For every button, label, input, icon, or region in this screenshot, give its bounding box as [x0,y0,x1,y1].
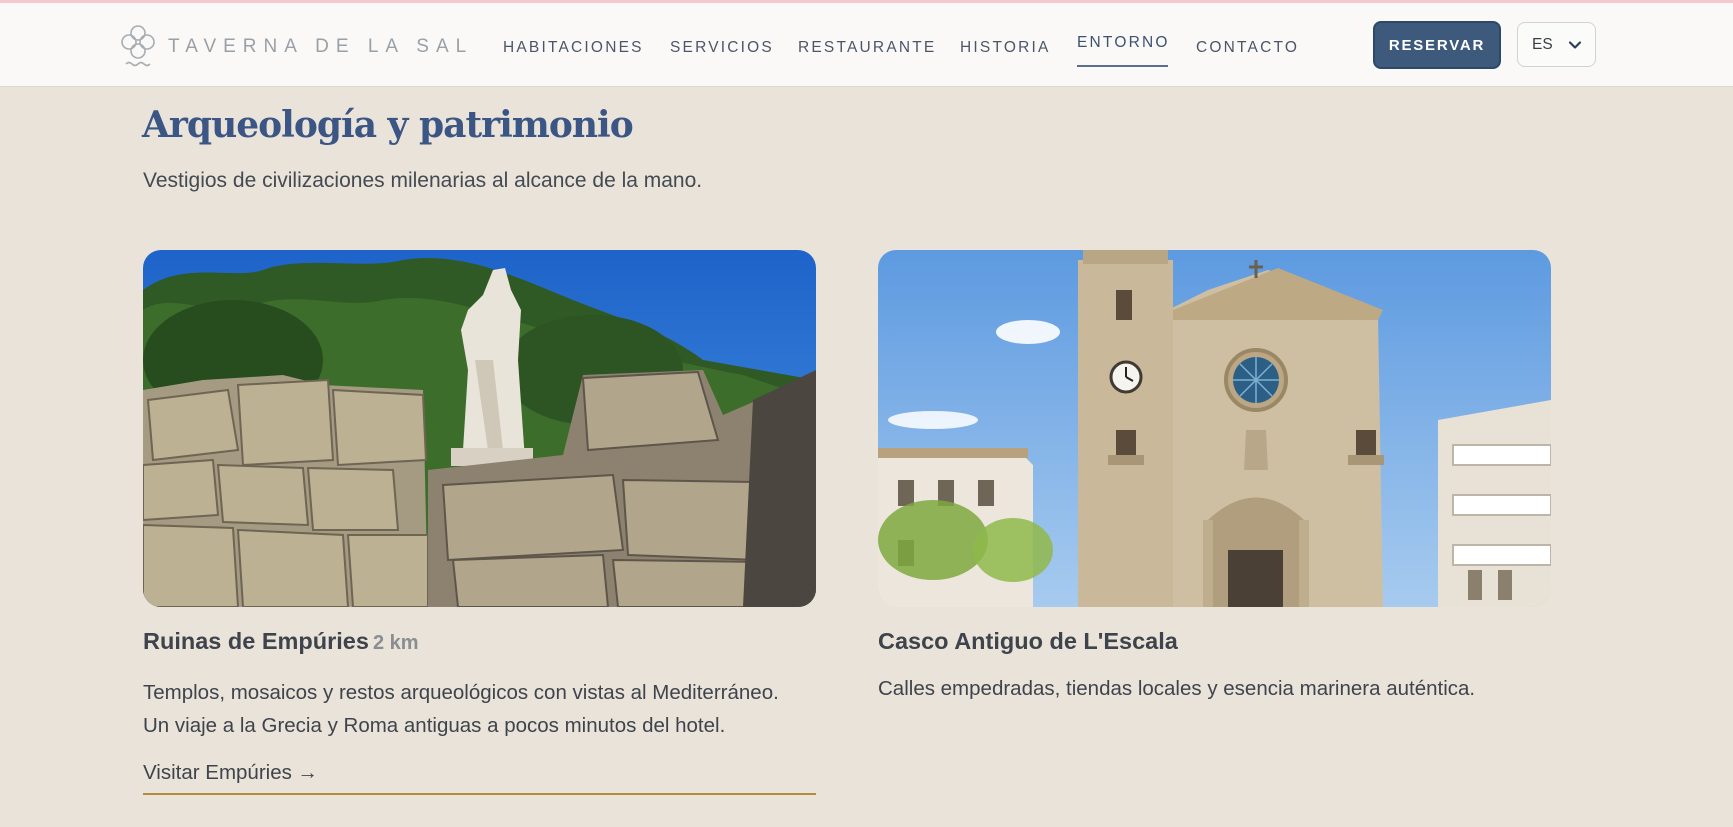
nav-item-historia[interactable]: HISTORIA [960,39,1051,57]
nav-item-entorno[interactable]: ENTORNO [1077,34,1170,52]
nav-item-servicios[interactable]: SERVICIOS [670,39,774,57]
card-desc-line-2: Un viaje a la Grecia y Roma antiguas a p… [143,714,726,737]
card-desc-empuries: Templos, mosaicos y restos arqueológicos… [143,676,823,742]
language-value: ES [1532,35,1553,53]
nav-item-restaurante[interactable]: RESTAURANTE [798,39,936,57]
site-header: TAVERNA DE LA SAL HABITACIONES SERVICIOS… [0,3,1733,87]
reservar-button[interactable]: RESERVAR [1373,21,1501,69]
card-title-lescala: Casco Antiguo de L'Escala [878,628,1178,654]
chevron-down-icon [1568,41,1582,49]
active-nav-underline [1077,65,1168,67]
card-title-text: Ruinas de Empúries [143,628,369,654]
card-title-empuries: Ruinas de Empúries 2 km [143,628,419,655]
distance-badge: 2 km [372,632,419,654]
card-desc-line-1: Templos, mosaicos y restos arqueológicos… [143,681,779,704]
visit-empuries-link[interactable]: Visitar Empúries → [143,761,318,785]
language-select[interactable]: ES [1517,22,1596,67]
link-underline [143,793,816,795]
nav-item-contacto[interactable]: CONTACTO [1196,39,1299,57]
brand-logo[interactable]: TAVERNA DE LA SAL [120,23,473,71]
nav-item-habitaciones[interactable]: HABITACIONES [503,39,644,57]
brand-name: TAVERNA DE LA SAL [168,36,474,57]
clover-knot-icon [121,25,155,67]
card-desc-lescala: Calles empedradas, tiendas locales y ese… [878,677,1476,700]
section-subtitle: Vestigios de civilizaciones milenarias a… [143,169,703,192]
lescala-church-image[interactable] [878,250,1551,607]
empuries-ruins-image[interactable] [143,250,816,607]
section-title: Arqueología y patrimonio [142,104,634,146]
